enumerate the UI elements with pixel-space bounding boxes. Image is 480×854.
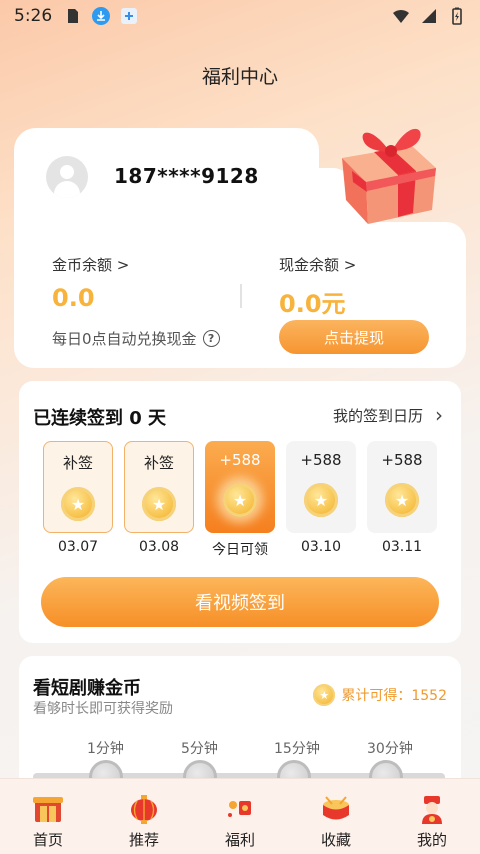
- bottom-nav: 首页 推荐 福利 收藏 我的: [0, 778, 480, 854]
- sign-day-reward: +588: [300, 451, 342, 469]
- sign-day-date: 03.08: [138, 539, 180, 555]
- accumulated-text: 累计可得：1552: [341, 688, 447, 704]
- nav-label-mine: 我的: [416, 831, 447, 849]
- drama-reward-card: 看短剧赚金币 看够时长即可获得奖励 ★ 累计可得：1552 1分钟 5分钟 15…: [19, 656, 461, 796]
- battery-charging-icon: [452, 7, 462, 25]
- star-coin-icon: ★: [385, 483, 419, 517]
- nav-item-home[interactable]: 首页: [0, 779, 96, 854]
- sign-day-date: 03.07: [57, 539, 99, 555]
- sign-day-box: +588 ★: [367, 441, 437, 533]
- sign-day[interactable]: 补签 ★ 03.08: [124, 441, 194, 559]
- chevron-right-icon: ›: [435, 403, 443, 427]
- user-phone: 187****9128: [114, 164, 259, 188]
- sign-day-reward: 补签: [143, 454, 174, 472]
- app-notification-icon: [121, 8, 138, 24]
- home-icon: [33, 797, 63, 822]
- sign-day-date: 今日可领: [212, 542, 268, 558]
- nav-label-recommend: 推荐: [128, 831, 159, 849]
- sign-calendar-label: 我的签到日历: [332, 406, 423, 425]
- drama-title: 看短剧赚金币: [33, 678, 141, 699]
- nav-item-favorites[interactable]: 收藏: [288, 779, 384, 854]
- cash-balance-value: 0.0元: [279, 290, 346, 318]
- sign-day[interactable]: 补签 ★ 03.07: [43, 441, 113, 559]
- sign-day-reward: 补签: [62, 454, 93, 472]
- avatar[interactable]: [46, 156, 88, 198]
- sign-day-date: 03.10: [300, 539, 342, 555]
- page-title: 福利中心: [201, 66, 278, 88]
- fortune-god-icon: [422, 796, 442, 824]
- download-icon: [92, 7, 111, 25]
- star-coin-icon: ★: [142, 487, 176, 521]
- sign-day-box-today[interactable]: +588 ★: [205, 441, 275, 533]
- help-icon[interactable]: ?: [202, 330, 220, 347]
- sign-day: +588 ★ 03.10: [286, 441, 356, 559]
- sign-day-date: 03.11: [381, 539, 423, 555]
- sign-day-reward: +588: [219, 451, 261, 469]
- withdraw-button[interactable]: 点击提现: [279, 320, 429, 354]
- drama-subtitle: 看够时长即可获得奖励: [33, 701, 173, 717]
- balance-divider: [240, 284, 242, 308]
- lantern-icon: [131, 795, 157, 824]
- nav-label-favorites: 收藏: [320, 831, 351, 849]
- milestone-label: 15分钟: [274, 741, 320, 757]
- sign-day-box: +588 ★: [286, 441, 356, 533]
- notification-icons: [64, 7, 138, 25]
- account-card: 187****9128 金币余额 > 0.0 现金余额 > 0.0元 每日0点自…: [14, 128, 466, 368]
- nav-item-mine[interactable]: 我的: [384, 779, 480, 854]
- star-coin-icon: ★: [61, 487, 95, 521]
- sign-calendar-link[interactable]: 我的签到日历 ›: [333, 403, 443, 427]
- nav-label-home: 首页: [32, 831, 63, 849]
- status-time: 5:26: [14, 6, 53, 26]
- cash-balance-label[interactable]: 现金余额 >: [279, 254, 356, 275]
- wifi-icon: [393, 9, 409, 23]
- sign-day: +588 ★ 03.11: [367, 441, 437, 559]
- gift-icon: [228, 801, 251, 817]
- nav-item-welfare[interactable]: 福利: [192, 779, 288, 854]
- status-bar: 5:26: [0, 0, 480, 32]
- accumulated-reward: ★ 累计可得：1552: [313, 684, 447, 706]
- sim-card-icon: [68, 9, 79, 23]
- sign-in-title: 已连续签到 0 天: [33, 408, 167, 429]
- sign-days: 补签 ★ 03.07 补签 ★ 03.08 +588 ★ 今日可领 +588 ★: [43, 441, 437, 559]
- nav-label-welfare: 福利: [224, 831, 255, 849]
- coin-balance-value: 0.0: [52, 284, 95, 312]
- milestone-label: 5分钟: [181, 741, 218, 757]
- milestone-label: 30分钟: [367, 741, 413, 757]
- sign-in-card: 已连续签到 0 天 我的签到日历 › 补签 ★ 03.07 补签 ★ 03.08…: [19, 381, 461, 643]
- gift-box-icon: [342, 128, 436, 224]
- star-coin-icon: ★: [304, 483, 338, 517]
- star-coin-icon: ★: [223, 483, 257, 517]
- star-coin-icon: ★: [313, 684, 336, 706]
- nav-item-recommend[interactable]: 推荐: [96, 779, 192, 854]
- coin-balance-label[interactable]: 金币余额 >: [52, 254, 129, 275]
- sign-day-box[interactable]: 补签 ★: [43, 441, 113, 533]
- sign-day-box[interactable]: 补签 ★: [124, 441, 194, 533]
- drum-icon: [323, 796, 349, 820]
- exchange-note: 每日0点自动兑换现金 ?: [52, 328, 220, 349]
- avatar-shoulders: [54, 181, 80, 198]
- milestone-label: 1分钟: [87, 741, 124, 757]
- exchange-note-text: 每日0点自动兑换现金: [52, 330, 197, 348]
- avatar-head: [60, 165, 74, 179]
- sign-day-reward: +588: [381, 451, 423, 469]
- sign-day[interactable]: +588 ★ 今日可领: [205, 441, 275, 559]
- watch-video-sign-button[interactable]: 看视频签到: [41, 577, 439, 627]
- signal-icon: [422, 9, 436, 23]
